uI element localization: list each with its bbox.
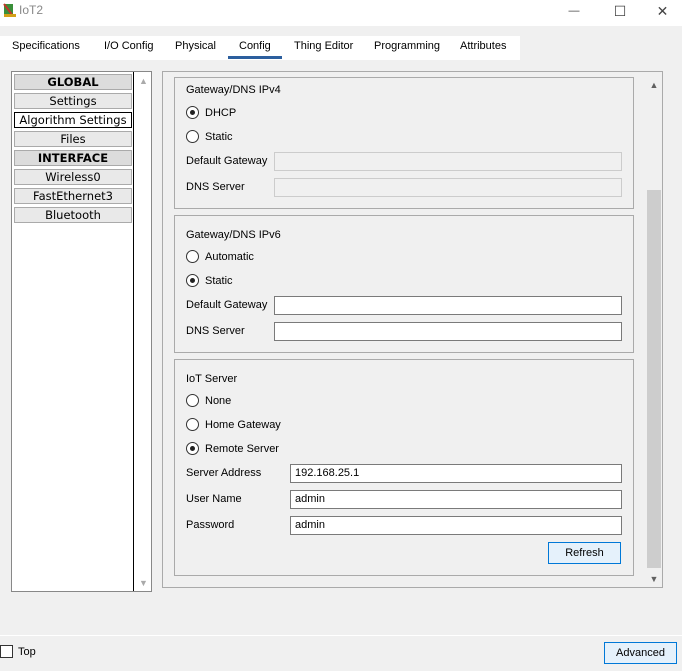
sidebar-item-bluetooth[interactable]: Bluetooth xyxy=(14,207,132,223)
radio-home-gateway[interactable] xyxy=(186,418,199,431)
ipv4-title: Gateway/DNS IPv4 xyxy=(186,84,281,96)
minimize-icon: — xyxy=(568,5,580,17)
iot-home-gateway-option[interactable]: Home Gateway xyxy=(186,418,281,431)
ipv6-group: Gateway/DNS IPv6 Automatic Static Defaul… xyxy=(174,215,634,353)
password-field[interactable]: admin xyxy=(290,516,622,535)
radio-static-v4[interactable] xyxy=(186,130,199,143)
sidebar-item-files[interactable]: Files xyxy=(14,131,132,147)
sidebar-item-fastethernet3[interactable]: FastEthernet3 xyxy=(14,188,132,204)
ipv6-gateway-label: Default Gateway xyxy=(186,299,268,311)
iot-remote-server-option[interactable]: Remote Server xyxy=(186,442,279,455)
password-label: Password xyxy=(186,519,235,531)
tab-attributes[interactable]: Attributes xyxy=(460,40,506,52)
sidebar-header-interface: INTERFACE xyxy=(14,150,132,166)
tab-io-config[interactable]: I/O Config xyxy=(104,40,154,52)
ipv6-gateway-field[interactable] xyxy=(274,296,622,315)
title-bar: IoT2 — ☐ ✕ xyxy=(0,0,682,26)
minimize-button[interactable]: — xyxy=(551,0,597,22)
app-icon xyxy=(3,3,16,17)
scroll-up-icon[interactable]: ▲ xyxy=(646,77,662,93)
server-address-label: Server Address xyxy=(186,467,262,479)
iot-server-title: IoT Server xyxy=(186,373,238,385)
user-name-field[interactable]: admin xyxy=(290,490,622,509)
sidebar-item-algorithm-settings[interactable]: Algorithm Settings xyxy=(14,112,132,128)
tab-config[interactable]: Config xyxy=(239,40,271,52)
tab-thing-editor[interactable]: Thing Editor xyxy=(294,40,353,52)
config-scrollbar[interactable]: ▲ ▼ xyxy=(646,77,662,587)
user-name-label: User Name xyxy=(186,493,242,505)
tab-physical[interactable]: Physical xyxy=(175,40,216,52)
chevron-up-icon[interactable]: ▲ xyxy=(136,73,151,88)
ipv6-automatic-option[interactable]: Automatic xyxy=(186,250,254,263)
top-checkbox-label: Top xyxy=(18,646,36,658)
radio-none-label: None xyxy=(205,394,232,407)
ipv4-dhcp-option[interactable]: DHCP xyxy=(186,106,236,119)
sidebar-item-wireless0[interactable]: Wireless0 xyxy=(14,169,132,185)
maximize-icon: ☐ xyxy=(613,2,627,19)
close-icon: ✕ xyxy=(656,2,669,19)
radio-dhcp-label: DHCP xyxy=(205,106,237,119)
ipv4-dns-label: DNS Server xyxy=(186,181,245,193)
radio-dhcp[interactable] xyxy=(186,106,199,119)
ipv4-group: Gateway/DNS IPv4 DHCP Static Default Gat… xyxy=(174,77,634,209)
window-title: IoT2 xyxy=(19,3,44,17)
ipv6-title: Gateway/DNS IPv6 xyxy=(186,229,281,241)
sidebar-scrollbar[interactable]: ▲ ▼ xyxy=(136,72,151,591)
radio-remote-server[interactable] xyxy=(186,442,199,455)
scroll-down-icon[interactable]: ▼ xyxy=(646,571,662,587)
radio-automatic[interactable] xyxy=(186,250,199,263)
ipv4-static-option[interactable]: Static xyxy=(186,130,233,143)
sidebar-item-settings[interactable]: Settings xyxy=(14,93,132,109)
ipv4-gateway-label: Default Gateway xyxy=(186,155,268,167)
radio-static-v6-label: Static xyxy=(205,274,233,287)
scroll-thumb[interactable] xyxy=(647,190,661,568)
top-checkbox[interactable] xyxy=(0,645,13,658)
radio-static-v4-label: Static xyxy=(205,130,233,143)
close-button[interactable]: ✕ xyxy=(643,0,682,22)
radio-none[interactable] xyxy=(186,394,199,407)
chevron-down-icon[interactable]: ▼ xyxy=(136,575,151,590)
ipv6-dns-label: DNS Server xyxy=(186,325,245,337)
footer-bar xyxy=(0,635,682,671)
advanced-button[interactable]: Advanced xyxy=(604,642,677,664)
ipv4-gateway-field[interactable] xyxy=(274,152,622,171)
tab-specifications[interactable]: Specifications xyxy=(12,40,80,52)
radio-remote-server-label: Remote Server xyxy=(205,442,279,455)
radio-home-gateway-label: Home Gateway xyxy=(205,418,281,431)
server-address-field[interactable]: 192.168.25.1 xyxy=(290,464,622,483)
ipv6-static-option[interactable]: Static xyxy=(186,274,233,287)
iot-none-option[interactable]: None xyxy=(186,394,231,407)
radio-static-v6[interactable] xyxy=(186,274,199,287)
maximize-button[interactable]: ☐ xyxy=(597,0,643,22)
refresh-button[interactable]: Refresh xyxy=(548,542,621,564)
radio-automatic-label: Automatic xyxy=(205,250,254,263)
ipv6-dns-field[interactable] xyxy=(274,322,622,341)
tab-programming[interactable]: Programming xyxy=(374,40,440,52)
sidebar-header-global: GLOBAL xyxy=(14,74,132,90)
active-tab-indicator xyxy=(228,56,282,59)
sidebar-list: GLOBAL Settings Algorithm Settings Files… xyxy=(12,72,134,591)
ipv4-dns-field[interactable] xyxy=(274,178,622,197)
